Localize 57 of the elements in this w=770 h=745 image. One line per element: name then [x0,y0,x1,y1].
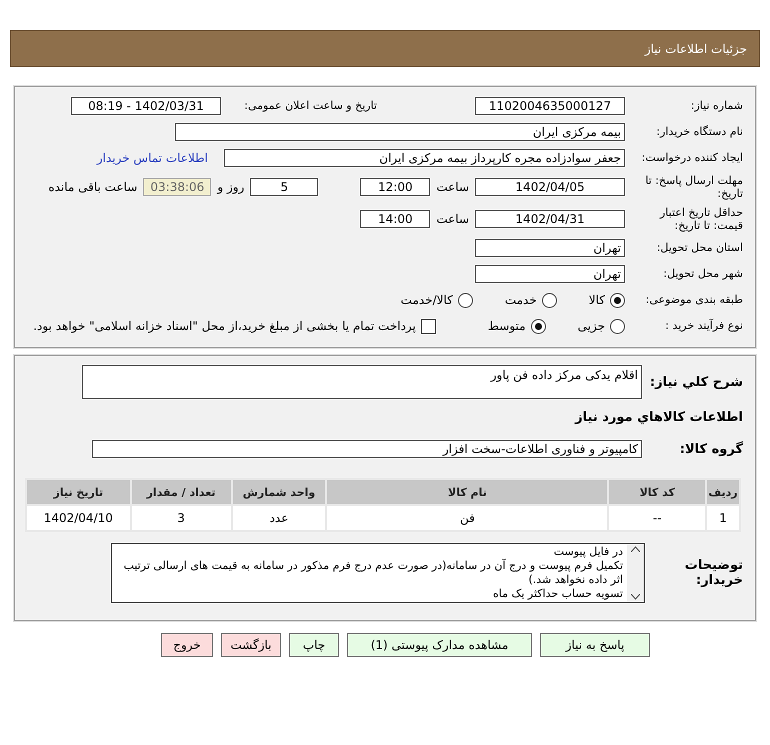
checkbox[interactable] [420,318,436,334]
countdown-field: 03:38:06 [143,178,212,196]
option-label: خدمت [504,293,537,307]
field-label: مهلت ارسال پاسخ: تا تاریخ: [644,174,743,200]
action-button[interactable]: خروج [161,633,213,657]
date-field: 1402/04/05 [475,178,625,196]
contact-link[interactable]: اطلاعات تماس خریدار [96,151,208,165]
field-label: حداقل تاریخ اعتبار قیمت: تا تاریخ: [658,206,743,232]
table-cell: فن [327,506,608,530]
field-label: نوع فرآیند خرید : [664,319,743,333]
field-label: شماره نیاز: [690,99,743,113]
radio-button[interactable] [610,292,625,308]
field-label: طبقه بندی موضوعی: [644,293,743,307]
radio-button[interactable] [542,292,557,308]
field-label: ساعت [436,212,469,226]
description-field: اقلام یدکی مرکز داده فن پاور [82,365,642,399]
column-header: تعداد / مقدار [132,480,231,504]
option-label: کالا/خدمت [400,293,453,307]
table-cell: 1402/04/10 [27,506,130,530]
column-header: نام کالا [327,480,608,504]
field-label: تاریخ و ساعت اعلان عمومی: [243,99,377,113]
option-label: جزیی [578,319,605,333]
field-label: روز و [217,180,244,194]
table-cell: عدد [232,506,326,530]
option-label: متوسط [488,319,526,333]
option-label: کالا [588,293,605,307]
field-label: توضیحات خریدار: [684,558,743,588]
radio-button[interactable] [530,318,546,334]
radio-button[interactable] [458,292,473,308]
field-label: گروه کالا: [678,442,743,456]
column-header: ردیف [707,480,739,504]
field-label: شرح کلي نیاز: [648,374,743,390]
table-cell: 3 [132,506,231,530]
page-title: جزئیات اطلاعات نیاز [644,42,747,56]
days-field: 5 [250,178,318,196]
column-header: واحد شمارش [232,480,326,504]
scrollbar[interactable] [627,544,644,602]
field-label: شهر محل تحویل: [662,267,743,281]
section-heading: اطلاعات کالاهاي مورد نیاز [575,410,743,424]
action-button[interactable]: بازگشت [221,633,281,657]
action-button[interactable]: مشاهده مدارک پیوستی (1) [347,633,532,657]
column-header: کد کالا [609,480,706,504]
field-label: استان محل تحویل: [656,241,743,255]
time-field: 12:00 [360,178,430,196]
table-cell: -- [609,506,706,530]
action-button[interactable]: چاپ [289,633,339,657]
field-label: ایجاد کننده درخواست: [640,151,743,165]
date-field: 1402/04/31 [475,210,625,228]
field-label: ساعت [436,180,469,194]
field-label: ساعت باقی مانده [48,180,138,194]
radio-button[interactable] [610,318,625,334]
action-button[interactable]: پاسخ به نیاز [540,633,650,657]
checkbox-label: پرداخت تمام یا بخشی از مبلغ خرید،از محل "اسناد خزانه اسلامی" خواهد بود. [33,319,416,333]
field-label: نام دستگاه خریدار: [655,125,743,139]
time-field: 14:00 [360,210,430,228]
column-header: تاریخ نیاز [27,480,130,504]
table-cell: 1 [707,506,739,530]
